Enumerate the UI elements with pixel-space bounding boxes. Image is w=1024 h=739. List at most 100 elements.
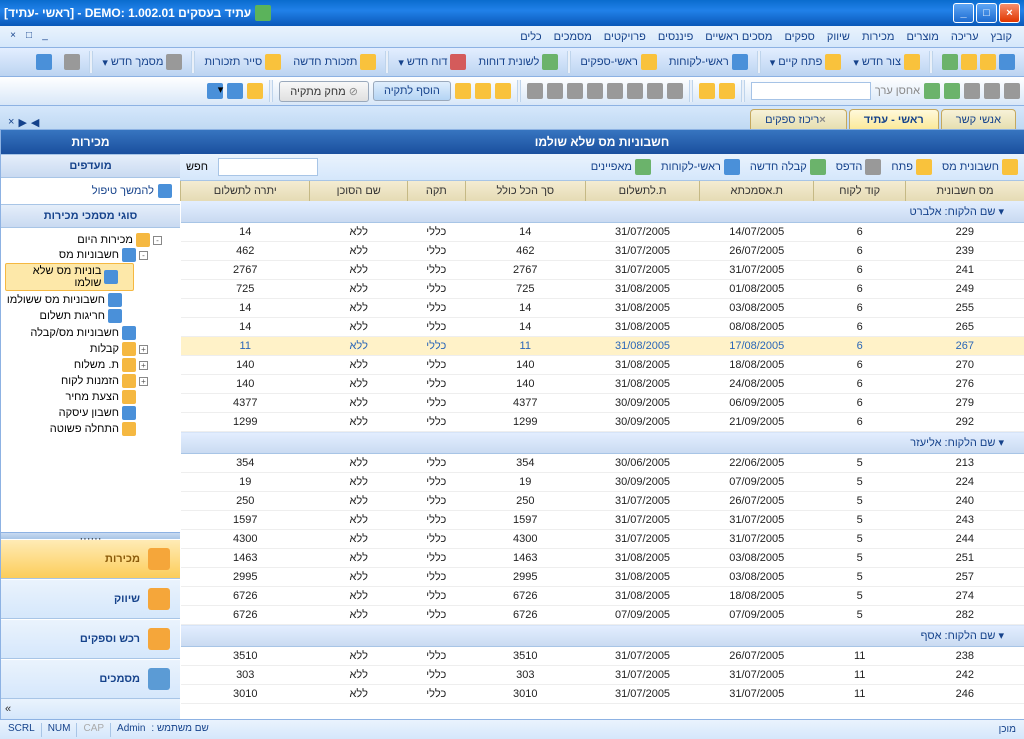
column-header[interactable]: שם הסוכן xyxy=(310,181,407,201)
nav-fwd-icon[interactable] xyxy=(984,83,1000,99)
tree-receipts[interactable]: +קבלות xyxy=(5,342,148,356)
tab-vendors-summary[interactable]: ×ריכוז ספקים xyxy=(750,109,847,129)
tab-contacts[interactable]: אנשי קשר xyxy=(941,109,1016,129)
nav-documents[interactable]: מסמכים xyxy=(1,659,180,699)
arrow2-icon[interactable] xyxy=(567,83,583,99)
menu-item-finance[interactable]: פיננסים xyxy=(658,31,693,43)
add-to-folder-button[interactable]: הוסף לתקיה xyxy=(373,81,451,101)
tab-close-all-icon[interactable]: × xyxy=(8,116,14,129)
tree-delivery-notes[interactable]: +ת. משלוח xyxy=(5,358,148,372)
delete-from-folder-button[interactable]: ⊘ מחק מתקיה xyxy=(279,81,369,102)
tab-main-atid[interactable]: ראשי - עתיד xyxy=(849,109,939,129)
find-icon[interactable] xyxy=(719,83,735,99)
person-icon[interactable] xyxy=(999,54,1015,70)
arrow3-icon[interactable] xyxy=(547,83,563,99)
tool-a-icon[interactable] xyxy=(247,83,263,99)
create-new-button[interactable]: צור חדש▾ xyxy=(848,51,925,73)
table-row[interactable]: 213522/06/200530/06/2005354כלליללא354 xyxy=(181,454,1024,473)
customers-link[interactable]: ראשי-לקוחות xyxy=(661,159,740,175)
tool-b-icon[interactable] xyxy=(227,83,243,99)
table-row[interactable]: 224507/09/200530/09/200519כלליללא19 xyxy=(181,473,1024,492)
refresh-icon[interactable] xyxy=(944,83,960,99)
menu-item-edit[interactable]: עריכה xyxy=(951,31,979,43)
email-icon[interactable] xyxy=(607,83,623,99)
table-row[interactable]: 251503/08/200531/08/20051463כלליללא1463 xyxy=(181,549,1024,568)
window-maximize-button[interactable]: □ xyxy=(976,3,997,23)
tree-payment-exceptions[interactable]: חריגות תשלום xyxy=(5,309,134,323)
open-button[interactable]: פתח xyxy=(891,159,932,175)
menu-item-sales[interactable]: מכירות xyxy=(862,31,895,43)
window-close-button[interactable]: × xyxy=(999,3,1020,23)
tree-customer-orders[interactable]: +הזמנות לקוח xyxy=(5,374,148,388)
new-report-button[interactable]: דוח חדש▾ xyxy=(393,51,471,73)
tree-root[interactable]: -מכירות היום xyxy=(5,233,162,247)
person2-icon[interactable] xyxy=(980,54,996,70)
new-receipt-button[interactable]: קבלה חדשה xyxy=(750,159,826,175)
table-row[interactable]: 267617/08/200531/08/200511כלליללא11 xyxy=(181,337,1024,356)
tree-deal-account[interactable]: חשבון עיסקה xyxy=(5,406,148,420)
store-value-input[interactable] xyxy=(751,82,871,100)
table-row[interactable]: 243531/07/200531/07/20051597כלליללא1597 xyxy=(181,511,1024,530)
tree-paid-invoices[interactable]: חשבוניות מס ששולמו xyxy=(5,293,134,307)
window-minimize-button[interactable]: _ xyxy=(953,3,974,23)
nav-sales[interactable]: מכירות xyxy=(1,539,180,579)
tree-invoices[interactable]: -חשבוניות מס xyxy=(5,248,148,262)
table-row[interactable]: 265608/08/200531/08/200514כלליללא14 xyxy=(181,318,1024,337)
favorite-followup[interactable]: להמשך טיפול xyxy=(5,182,176,200)
tab-nav-right-icon[interactable]: ▶ xyxy=(18,116,26,129)
table-row[interactable]: 270618/08/200531/08/2005140כלליללא140 xyxy=(181,356,1024,375)
nav-up-icon[interactable] xyxy=(964,83,980,99)
search-input[interactable] xyxy=(218,158,318,176)
table-row[interactable]: 229614/07/200531/07/200514כלליללא14 xyxy=(181,223,1024,242)
customers-main-button[interactable]: ראשי-לקוחות xyxy=(664,51,753,73)
vendors-main-button[interactable]: ראשי-ספקים xyxy=(575,51,662,73)
print-button[interactable]: הדפס xyxy=(836,159,882,175)
folder3-icon[interactable] xyxy=(455,83,471,99)
find2-icon[interactable] xyxy=(699,83,715,99)
menu-item-tools[interactable]: כלים xyxy=(520,31,541,43)
menu-item-documents[interactable]: מסמכים xyxy=(554,31,592,43)
mdi-close-button[interactable]: × xyxy=(6,30,20,44)
group-row[interactable]: שם הלקוח: אלברט xyxy=(181,201,1024,223)
menu-item-marketing[interactable]: שיווק xyxy=(827,31,850,43)
new-reminder-button[interactable]: תזכורת חדשה xyxy=(288,51,381,73)
tree-unpaid-invoices[interactable]: בוניות מס שלא שולמו xyxy=(5,263,134,291)
help-button[interactable] xyxy=(31,51,57,73)
column-header[interactable]: קוד לקוח xyxy=(814,181,906,201)
folder1-icon[interactable] xyxy=(495,83,511,99)
table-row[interactable]: 2421131/07/200531/07/2005303כלליללא303 xyxy=(181,666,1024,685)
table-row[interactable]: 274518/08/200531/08/20056726כלליללא6726 xyxy=(181,587,1024,606)
table-row[interactable]: 241631/07/200531/07/20052767כלליללא2767 xyxy=(181,261,1024,280)
group-row[interactable]: שם הלקוח: אסף xyxy=(181,625,1024,647)
table-row[interactable]: 255603/08/200531/08/200514כלליללא14 xyxy=(181,299,1024,318)
preview-icon[interactable] xyxy=(647,83,663,99)
column-header[interactable]: יתרה לתשלום xyxy=(181,181,310,201)
arrow1-icon[interactable] xyxy=(587,83,603,99)
tab-nav-left-icon[interactable]: ◀ xyxy=(31,116,39,129)
table-row[interactable]: 257503/08/200531/08/20052995כלליללא2995 xyxy=(181,568,1024,587)
menu-item-products[interactable]: מוצרים xyxy=(906,31,938,43)
table-row[interactable]: 244531/07/200531/07/20054300כלליללא4300 xyxy=(181,530,1024,549)
reminders-explorer-button[interactable]: סייר תזכורות xyxy=(199,51,286,73)
print-icon[interactable] xyxy=(667,83,683,99)
group-row[interactable]: שם הלקוח: אליעזר xyxy=(181,432,1024,454)
table-row[interactable]: 282507/09/200507/09/20056726כלליללא6726 xyxy=(181,606,1024,625)
table-row[interactable]: 2461131/07/200531/07/20053010כלליללא3010 xyxy=(181,685,1024,704)
person4-icon[interactable] xyxy=(942,54,958,70)
nav-back-icon[interactable] xyxy=(1004,83,1020,99)
table-row[interactable]: 249601/08/200531/08/2005725כלליללא725 xyxy=(181,280,1024,299)
new-invoice-button[interactable]: חשבונית מס xyxy=(942,159,1018,175)
column-header[interactable]: סך הכל כולל xyxy=(465,181,585,201)
menu-item-main-screens[interactable]: מסכים ראשיים xyxy=(705,31,772,43)
table-row[interactable]: 276624/08/200531/08/2005140כלליללא140 xyxy=(181,375,1024,394)
table-row[interactable]: 279606/09/200530/09/20054377כלליללא4377 xyxy=(181,394,1024,413)
new-document-button[interactable]: מסמך חדש▾ xyxy=(97,51,187,73)
table-row[interactable]: 240526/07/200531/07/2005250כלליללא250 xyxy=(181,492,1024,511)
column-header[interactable]: מס חשבונית xyxy=(906,181,1024,201)
column-header[interactable]: תקה xyxy=(407,181,465,201)
table-row[interactable]: 239626/07/200531/07/2005462כלליללא462 xyxy=(181,242,1024,261)
menu-item-file[interactable]: קובץ xyxy=(991,31,1012,43)
open-existing-button[interactable]: פתח קיים▾ xyxy=(765,51,847,73)
nav-purchasing[interactable]: רכש וספקים xyxy=(1,619,180,659)
arrow4-icon[interactable] xyxy=(527,83,543,99)
